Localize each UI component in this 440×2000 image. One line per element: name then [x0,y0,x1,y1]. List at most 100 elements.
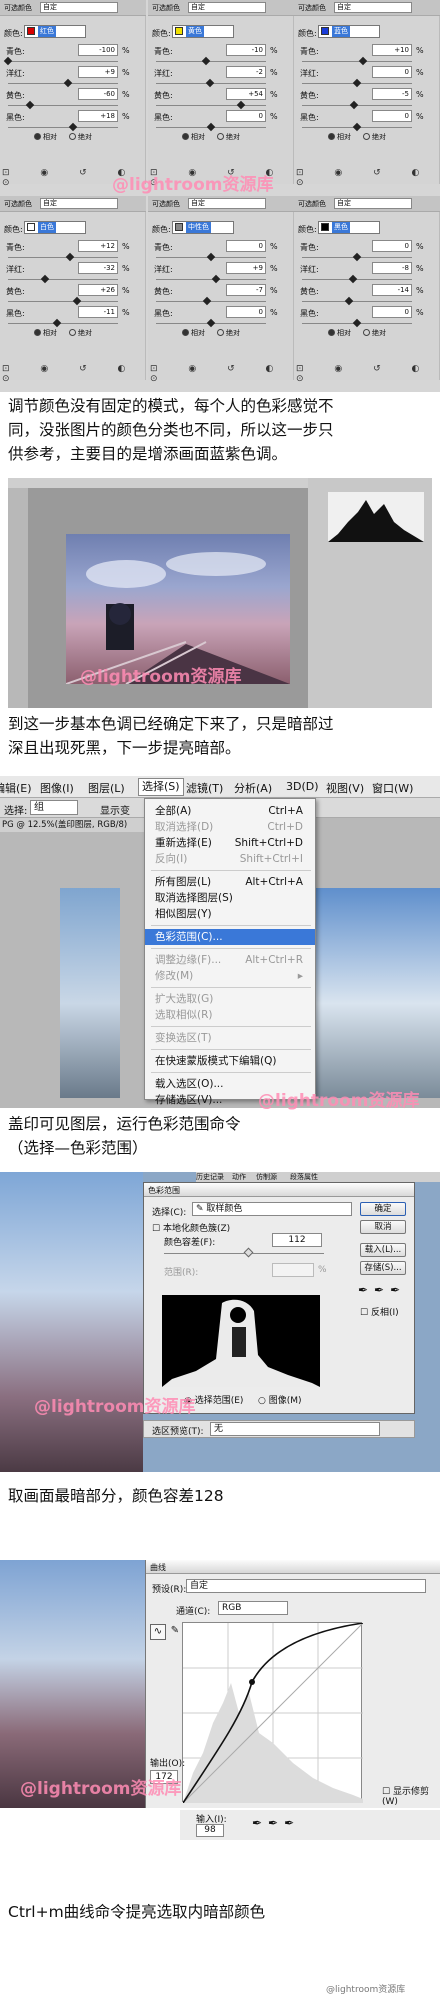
menu-0[interactable]: 编辑(E) [0,780,32,796]
curve-point-tool-icon[interactable]: ∿ [150,1624,166,1640]
slider-knob[interactable] [41,274,50,284]
menu-8[interactable]: 窗口(W) [372,780,413,796]
menu-item[interactable]: 选取相似(R) [145,1007,315,1023]
save-button[interactable]: 存储(S)... [360,1261,406,1275]
eyedropper-icons[interactable]: ✒✒✒ [252,1816,300,1830]
color-select[interactable]: 中性色 [172,221,234,234]
menu-item[interactable]: 色彩范围(C)... [145,929,315,945]
slider-knob[interactable] [201,56,210,66]
curve-graph[interactable] [182,1622,364,1804]
adjust-value-input[interactable]: -8 [372,262,412,274]
slider-knob[interactable] [211,274,221,284]
preset-select[interactable]: 自定 [334,198,412,209]
panel-tool-icons[interactable]: ⊡ ◉ ↺ ◐ ⊙ [296,364,438,384]
adjust-value-input[interactable]: +12 [78,240,118,252]
adjust-value-input[interactable]: 0 [226,306,266,318]
radio-absolute[interactable]: 绝对 [217,133,240,141]
adjust-value-input[interactable]: 0 [372,240,412,252]
radio-relative[interactable]: 相对 [328,133,351,141]
fuzziness-slider[interactable] [243,1247,254,1258]
group-select[interactable]: 组 [30,800,78,815]
adjust-value-input[interactable]: 0 [372,306,412,318]
slider-knob[interactable] [206,318,216,328]
radio-image[interactable]: ○ 图像(M) [258,1393,302,1406]
menu-item[interactable]: 调整边缘(F)... Alt+Ctrl+R [145,952,315,968]
menu-4[interactable]: 滤镜(T) [186,780,223,796]
eyedropper-icons[interactable]: ✒✒✒ [358,1283,406,1297]
slider-knob[interactable] [345,296,354,306]
preset-select[interactable]: 自定 [188,198,266,209]
menu-item[interactable]: 重新选择(E) Shift+Ctrl+D [145,835,315,851]
preset-select[interactable]: 自定 [186,1579,426,1593]
adjust-value-input[interactable]: +9 [78,66,118,78]
radio-absolute[interactable]: 绝对 [69,329,92,337]
slider-knob[interactable] [68,122,78,132]
color-select[interactable]: 蓝色 [318,25,380,38]
menu-item[interactable]: 相似图层(Y) [145,906,315,922]
adjust-value-input[interactable]: +10 [372,44,412,56]
menu-5[interactable]: 分析(A) [234,780,272,796]
slider-knob[interactable] [352,318,362,328]
preset-select[interactable]: 自定 [188,2,266,13]
slider-knob[interactable] [52,318,62,328]
radio-absolute[interactable]: 绝对 [69,133,92,141]
adjust-value-input[interactable]: +9 [226,262,266,274]
invert-checkbox[interactable]: ☐ 反相(I) [360,1305,399,1318]
slider-knob[interactable] [73,296,82,306]
slider-knob[interactable] [352,122,362,132]
slider-knob[interactable] [25,100,35,110]
slider-knob[interactable] [3,56,13,66]
adjust-value-input[interactable]: -5 [372,88,412,100]
range-input[interactable] [272,1263,314,1277]
input-input[interactable]: 98 [196,1824,224,1837]
menu-1[interactable]: 图像(I) [40,780,74,796]
slider-knob[interactable] [236,100,245,110]
cancel-button[interactable]: 取消 [360,1220,406,1234]
adjust-value-input[interactable]: 0 [372,66,412,78]
radio-absolute[interactable]: 绝对 [363,133,386,141]
slider-knob[interactable] [206,252,216,262]
radio-relative[interactable]: 相对 [34,133,57,141]
slider-knob[interactable] [350,100,359,110]
menu-item[interactable]: 修改(M) ▸ [145,968,315,984]
slider-knob[interactable] [352,252,362,262]
panel-tab[interactable]: 动作 [232,1172,246,1182]
slider-knob[interactable] [65,252,74,262]
slider-knob[interactable] [63,78,73,88]
panel-tool-icons[interactable]: ⊡ ◉ ↺ ◐ ⊙ [296,168,438,188]
show-transform-checkbox[interactable]: 显示变 [100,802,130,817]
menu-7[interactable]: 视图(V) [326,780,364,796]
adjust-value-input[interactable]: -11 [78,306,118,318]
menu-item[interactable]: 在快速蒙版模式下编辑(Q) [145,1053,315,1069]
adjust-value-input[interactable]: -100 [78,44,118,56]
adjust-value-input[interactable]: -10 [226,44,266,56]
radio-relative[interactable]: 相对 [328,329,351,337]
panel-tab[interactable]: 历史记录 [196,1172,224,1182]
color-select[interactable]: 红色 [24,25,86,38]
menu-item[interactable]: 变换选区(T) [145,1030,315,1046]
radio-relative[interactable]: 相对 [182,329,205,337]
panel-tool-icons[interactable]: ⊡ ◉ ↺ ◐ ⊙ [2,364,144,384]
slider-knob[interactable] [348,274,357,284]
color-select[interactable]: 黄色 [172,25,234,38]
menu-item[interactable]: 所有图层(L) Alt+Ctrl+A [145,874,315,890]
ok-button[interactable]: 确定 [360,1202,406,1216]
adjust-value-input[interactable]: -60 [78,88,118,100]
adjust-value-input[interactable]: 0 [372,110,412,122]
slider-knob[interactable] [202,296,212,306]
menu-3[interactable]: 选择(S) [138,778,184,796]
color-select[interactable]: 黑色 [318,221,380,234]
radio-absolute[interactable]: 绝对 [363,329,386,337]
load-button[interactable]: 载入(L)... [360,1243,406,1257]
channel-select[interactable]: RGB [218,1601,288,1615]
radio-relative[interactable]: 相对 [182,133,205,141]
fuzziness-input[interactable]: 112 [272,1233,322,1247]
show-clip-checkbox[interactable]: ☐ 显示修剪(W) [382,1784,440,1807]
adjust-value-input[interactable]: +26 [78,284,118,296]
adjust-value-input[interactable]: -14 [372,284,412,296]
slider-knob[interactable] [358,56,367,66]
document-tab[interactable]: PG @ 12.5%(盖印图层, RGB/8) [0,818,144,832]
menu-item[interactable]: 取消选择图层(S) [145,890,315,906]
adjust-value-input[interactable]: 0 [226,110,266,122]
panel-tab[interactable]: 仿制源 [256,1172,277,1182]
